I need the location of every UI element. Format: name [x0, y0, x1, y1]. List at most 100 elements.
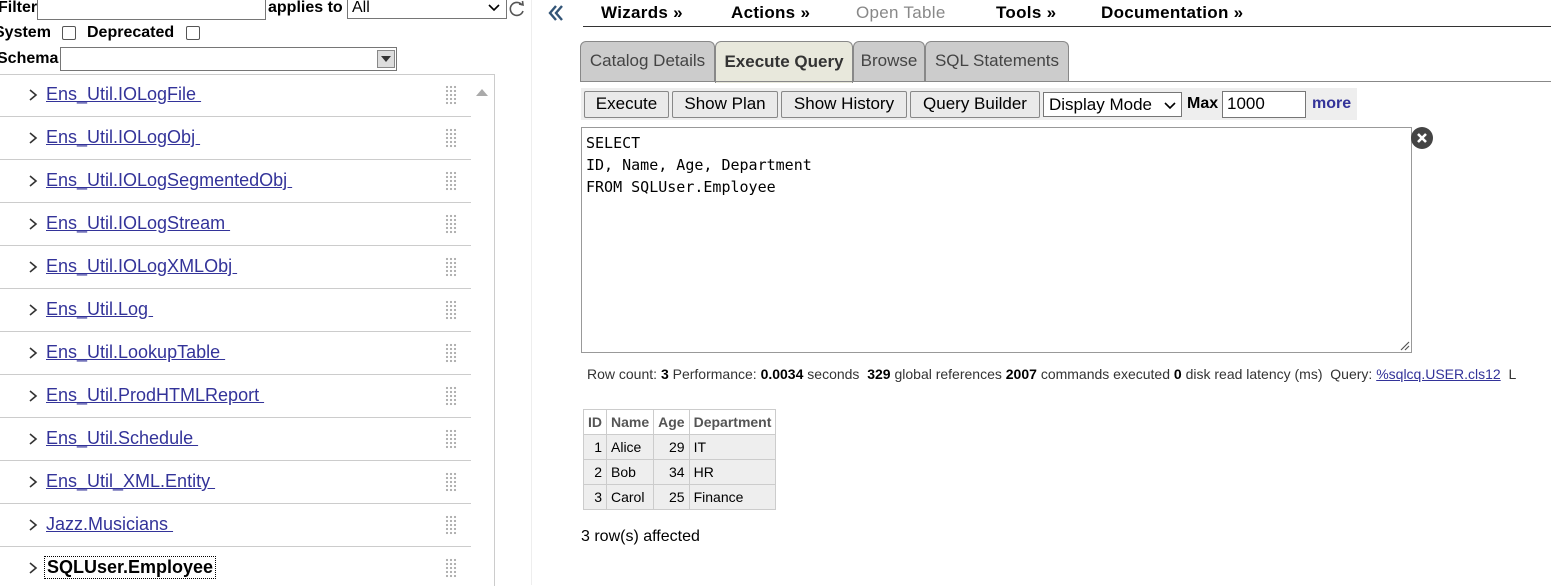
tree-row[interactable]: Ens_Util.Log	[0, 289, 471, 332]
table-link[interactable]: Ens_Util.IOLogXMLObj	[46, 256, 237, 277]
drag-handle-icon[interactable]	[444, 386, 458, 406]
tree-row[interactable]: Ens_Util.LookupTable	[0, 332, 471, 375]
table-cell: Bob	[605, 459, 655, 485]
tree-row[interactable]: Ens_Util.IOLogFile	[0, 75, 471, 117]
menu-wizards[interactable]: Wizards »	[601, 3, 683, 23]
chevron-right-icon[interactable]	[26, 214, 40, 234]
drag-handle-icon[interactable]	[444, 128, 458, 148]
system-checkbox[interactable]	[62, 26, 76, 40]
table-link[interactable]: Ens_Util.ProdHTMLReport	[46, 385, 264, 406]
chevron-right-icon[interactable]	[26, 429, 40, 449]
more-link[interactable]: more	[1312, 95, 1351, 113]
table-link[interactable]: Ens_Util_XML.Entity	[46, 471, 215, 492]
tree-row[interactable]: Jazz.Musicians	[0, 504, 471, 547]
schema-dropdown-button[interactable]	[377, 50, 395, 68]
column-header[interactable]: ID	[583, 409, 607, 435]
drag-handle-icon[interactable]	[444, 343, 458, 363]
query-builder-button[interactable]: Query Builder	[910, 91, 1040, 118]
chevron-right-icon[interactable]	[26, 300, 40, 320]
column-header[interactable]: Department	[688, 409, 777, 435]
show-plan-button[interactable]: Show Plan	[672, 91, 778, 118]
table-link[interactable]: Ens_Util.IOLogObj	[46, 127, 200, 148]
table-link[interactable]: Ens_Util.IOLogFile	[46, 84, 201, 105]
chevron-right-icon[interactable]	[26, 85, 40, 105]
query-statistics: Row count: 3 Performance: 0.0034 seconds…	[587, 366, 1517, 382]
column-header[interactable]: Name	[605, 409, 655, 435]
drag-handle-icon[interactable]	[444, 515, 458, 535]
drag-handle-icon[interactable]	[444, 429, 458, 449]
query-textarea[interactable]: SELECT ID, Name, Age, Department FROM SQ…	[581, 127, 1412, 353]
schema-browser-panel: Filter applies to All System Deprecated …	[0, 0, 532, 586]
panel-divider[interactable]	[531, 0, 532, 585]
deprecated-label: Deprecated	[87, 24, 175, 41]
table-link[interactable]: Ens_Util.Log	[46, 299, 153, 320]
execute-button[interactable]: Execute	[584, 91, 669, 118]
table-link[interactable]: Ens_Util.IOLogStream	[46, 213, 230, 234]
chevron-right-icon[interactable]	[26, 171, 40, 191]
drag-handle-icon[interactable]	[444, 214, 458, 234]
tab-browse[interactable]: Browse	[853, 41, 925, 82]
chevron-right-icon[interactable]	[26, 257, 40, 277]
chevron-right-icon[interactable]	[26, 343, 40, 363]
scroll-up-arrow-icon[interactable]	[474, 84, 490, 100]
tree-row[interactable]: SQLUser.Employee	[0, 547, 471, 586]
tab-sql-statements[interactable]: SQL Statements	[925, 41, 1069, 82]
menu-actions[interactable]: Actions »	[731, 3, 810, 23]
table-row: 1 Alice 29 IT	[583, 434, 777, 460]
applies-to-label: applies to	[268, 0, 343, 16]
refresh-icon[interactable]	[508, 0, 526, 18]
drag-handle-icon[interactable]	[444, 300, 458, 320]
schema-label: Schema	[0, 50, 59, 67]
tree-row[interactable]: Ens_Util.ProdHTMLReport	[0, 375, 471, 418]
drag-handle-icon[interactable]	[444, 472, 458, 492]
tree-row[interactable]: Ens_Util.IOLogSegmentedObj	[0, 160, 471, 203]
schema-select[interactable]	[60, 47, 397, 71]
tree-row[interactable]: Ens_Util.Schedule	[0, 418, 471, 461]
table-cell: Alice	[605, 434, 655, 460]
applies-to-select[interactable]: All	[347, 0, 507, 19]
table-link[interactable]: Ens_Util.IOLogSegmentedObj	[46, 170, 292, 191]
tree-row[interactable]: Ens_Util.IOLogXMLObj	[0, 246, 471, 289]
max-label: Max	[1187, 95, 1219, 112]
chevron-right-icon[interactable]	[26, 558, 40, 578]
display-mode-value: Display Mode	[1049, 95, 1152, 114]
chevron-down-icon	[488, 4, 500, 12]
tab-catalog-details[interactable]: Catalog Details	[580, 41, 715, 82]
table-link[interactable]: Jazz.Musicians	[46, 514, 173, 535]
tree-row[interactable]: Ens_Util_XML.Entity	[0, 461, 471, 504]
tree-row[interactable]: Ens_Util.IOLogObj	[0, 117, 471, 160]
global-references: 329	[867, 366, 891, 382]
row-count: 3	[660, 366, 669, 382]
menu-open-table: Open Table	[856, 3, 946, 22]
collapse-left-icon[interactable]	[546, 3, 566, 23]
show-history-button[interactable]: Show History	[781, 91, 907, 118]
drag-handle-icon[interactable]	[444, 257, 458, 277]
tab-divider	[580, 81, 1551, 82]
table-link[interactable]: SQLUser.Employee	[44, 556, 217, 579]
drag-handle-icon[interactable]	[444, 558, 458, 578]
filter-input[interactable]	[37, 0, 266, 20]
tab-execute-query[interactable]: Execute Query	[715, 41, 853, 83]
resize-grip-icon[interactable]	[1398, 339, 1410, 351]
drag-handle-icon[interactable]	[444, 171, 458, 191]
chevron-right-icon[interactable]	[26, 386, 40, 406]
menu-documentation[interactable]: Documentation »	[1101, 3, 1243, 23]
chevron-down-icon	[1164, 102, 1176, 110]
column-header[interactable]: Age	[653, 409, 690, 435]
max-rows-input[interactable]: 1000	[1222, 91, 1306, 118]
table-cell: 29	[653, 434, 690, 460]
menu-tools[interactable]: Tools »	[996, 3, 1056, 23]
chevron-right-icon[interactable]	[26, 515, 40, 535]
table-link[interactable]: Ens_Util.LookupTable	[46, 342, 225, 363]
table-cell: HR	[688, 459, 777, 485]
chevron-right-icon[interactable]	[26, 472, 40, 492]
drag-handle-icon[interactable]	[444, 85, 458, 105]
chevron-right-icon[interactable]	[26, 128, 40, 148]
tree-row[interactable]: Ens_Util.IOLogStream	[0, 203, 471, 246]
display-mode-select[interactable]: Display Mode	[1043, 92, 1182, 117]
table-cell: 3	[583, 484, 607, 510]
deprecated-checkbox[interactable]	[186, 26, 200, 40]
clear-query-icon[interactable]	[1410, 126, 1434, 150]
cached-query-link[interactable]: %sqlcq.USER.cls12	[1376, 366, 1501, 382]
table-link[interactable]: Ens_Util.Schedule	[46, 428, 198, 449]
